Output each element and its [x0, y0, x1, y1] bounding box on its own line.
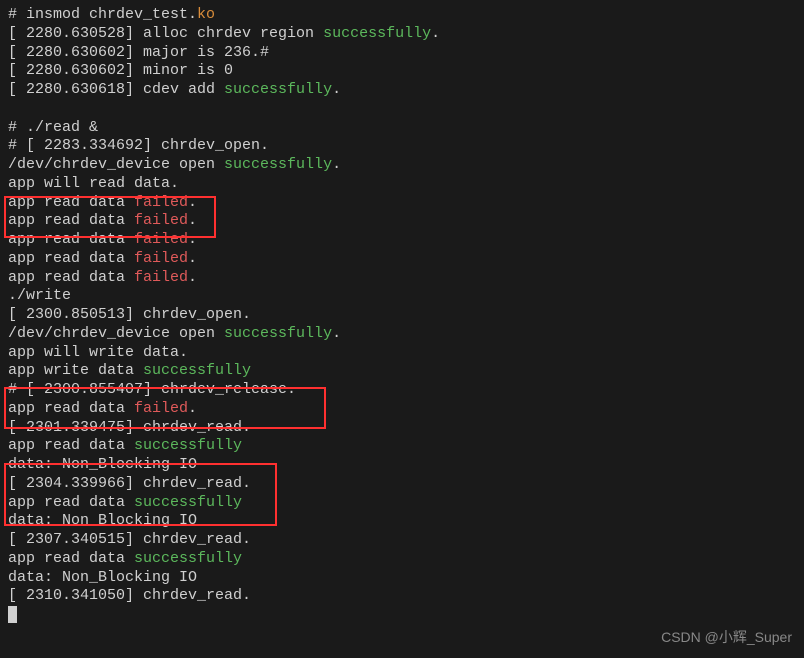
terminal-text-segment: . — [332, 81, 341, 98]
terminal-line: data: Non_Blocking IO — [8, 512, 796, 531]
terminal-line: ./write — [8, 287, 796, 306]
terminal-text-segment: data: Non_Blocking IO — [8, 569, 197, 586]
terminal-text-segment: # insmod chrdev_test. — [8, 6, 197, 23]
terminal-text-segment: # ./read & — [8, 119, 98, 136]
terminal-line: # [ 2300.855407] chrdev_release. — [8, 381, 796, 400]
terminal-text-segment: app write data — [8, 362, 143, 379]
terminal-text-segment: . — [332, 156, 341, 173]
terminal-line: /dev/chrdev_device open successfully. — [8, 156, 796, 175]
terminal-text-segment: app read data — [8, 400, 134, 417]
terminal-text-segment: . — [188, 400, 197, 417]
terminal-text-segment: app read data — [8, 250, 134, 267]
terminal-line: [ 2301.339475] chrdev_read. — [8, 419, 796, 438]
terminal-text-segment: app read data — [8, 194, 134, 211]
terminal-text-segment: . — [188, 231, 197, 248]
terminal-line: app read data failed. — [8, 269, 796, 288]
terminal-text-segment: . — [188, 250, 197, 267]
terminal-line: [ 2304.339966] chrdev_read. — [8, 475, 796, 494]
terminal-line: # insmod chrdev_test.ko — [8, 6, 796, 25]
terminal-line: app read data failed. — [8, 212, 796, 231]
terminal-line: [ 2310.341050] chrdev_read. — [8, 587, 796, 606]
terminal-text-segment: data: Non_Blocking IO — [8, 512, 197, 529]
terminal-line: app read data successfully — [8, 494, 796, 513]
terminal-text-segment: . — [431, 25, 440, 42]
terminal-text-segment: [ 2307.340515] chrdev_read. — [8, 531, 251, 548]
terminal-text-segment: ko — [197, 6, 215, 23]
terminal-text-segment: successfully — [134, 494, 242, 511]
terminal-text-segment: successfully — [224, 81, 332, 98]
terminal-text-segment: failed — [134, 400, 188, 417]
terminal-line: # [ 2283.334692] chrdev_open. — [8, 137, 796, 156]
terminal-text-segment: app read data — [8, 212, 134, 229]
terminal-line — [8, 100, 796, 119]
terminal-text-segment: failed — [134, 269, 188, 286]
terminal-text-segment: [ 2301.339475] chrdev_read. — [8, 419, 251, 436]
terminal-text-segment: ./write — [8, 287, 71, 304]
cursor-icon — [8, 606, 17, 623]
terminal-text-segment: /dev/chrdev_device open — [8, 325, 224, 342]
terminal-line: data: Non_Blocking IO — [8, 456, 796, 475]
terminal-text-segment: # [ 2283.334692] chrdev_open. — [8, 137, 269, 154]
terminal-text-segment: app read data — [8, 437, 134, 454]
terminal-line: app read data failed. — [8, 194, 796, 213]
terminal-output: # insmod chrdev_test.ko[ 2280.630528] al… — [8, 6, 796, 625]
terminal-line: # ./read & — [8, 119, 796, 138]
terminal-text-segment: failed — [134, 250, 188, 267]
terminal-text-segment: [ 2304.339966] chrdev_read. — [8, 475, 251, 492]
terminal-line: app read data failed. — [8, 250, 796, 269]
terminal-line: [ 2280.630602] minor is 0 — [8, 62, 796, 81]
terminal-text-segment: successfully — [224, 156, 332, 173]
terminal-text-segment: app read data — [8, 231, 134, 248]
terminal-line: [ 2300.850513] chrdev_open. — [8, 306, 796, 325]
terminal-text-segment: app read data — [8, 269, 134, 286]
terminal-text-segment: app read data — [8, 550, 134, 567]
terminal-line: app read data failed. — [8, 400, 796, 419]
terminal-text-segment — [8, 100, 17, 117]
terminal-line: app will write data. — [8, 344, 796, 363]
terminal-text-segment: [ 2300.850513] chrdev_open. — [8, 306, 251, 323]
terminal-text-segment: successfully — [224, 325, 332, 342]
terminal-line: [ 2307.340515] chrdev_read. — [8, 531, 796, 550]
terminal-text-segment: successfully — [134, 550, 242, 567]
terminal-text-segment: [ 2280.630618] cdev add — [8, 81, 224, 98]
terminal-text-segment: [ 2310.341050] chrdev_read. — [8, 587, 251, 604]
terminal-line: data: Non_Blocking IO — [8, 569, 796, 588]
terminal-text-segment: app will write data. — [8, 344, 188, 361]
terminal-text-segment: data: Non_Blocking IO — [8, 456, 197, 473]
terminal-line: [ 2280.630602] major is 236.# — [8, 44, 796, 63]
terminal-cursor-line — [8, 606, 796, 625]
terminal-text-segment: [ 2280.630602] major is 236.# — [8, 44, 269, 61]
terminal-line: app will read data. — [8, 175, 796, 194]
terminal-text-segment: failed — [134, 212, 188, 229]
terminal-text-segment: [ 2280.630602] minor is 0 — [8, 62, 233, 79]
watermark: CSDN @小辉_Super — [661, 629, 792, 647]
terminal-text-segment: . — [188, 269, 197, 286]
terminal-line: app read data successfully — [8, 550, 796, 569]
terminal-text-segment: # [ 2300.855407] chrdev_release. — [8, 381, 296, 398]
terminal-text-segment: . — [332, 325, 341, 342]
terminal-text-segment: app read data — [8, 494, 134, 511]
terminal-text-segment: . — [188, 212, 197, 229]
terminal-text-segment: successfully — [323, 25, 431, 42]
terminal-text-segment: [ 2280.630528] alloc chrdev region — [8, 25, 323, 42]
terminal-text-segment: failed — [134, 231, 188, 248]
terminal-line: app read data successfully — [8, 437, 796, 456]
terminal-line: /dev/chrdev_device open successfully. — [8, 325, 796, 344]
terminal-text-segment: app will read data. — [8, 175, 179, 192]
terminal-line: [ 2280.630528] alloc chrdev region succe… — [8, 25, 796, 44]
terminal-text-segment: successfully — [134, 437, 242, 454]
terminal-text-segment: /dev/chrdev_device open — [8, 156, 224, 173]
terminal-text-segment: successfully — [143, 362, 251, 379]
terminal-line: app write data successfully — [8, 362, 796, 381]
terminal-line: app read data failed. — [8, 231, 796, 250]
terminal-text-segment: . — [188, 194, 197, 211]
terminal-line: [ 2280.630618] cdev add successfully. — [8, 81, 796, 100]
terminal-text-segment: failed — [134, 194, 188, 211]
